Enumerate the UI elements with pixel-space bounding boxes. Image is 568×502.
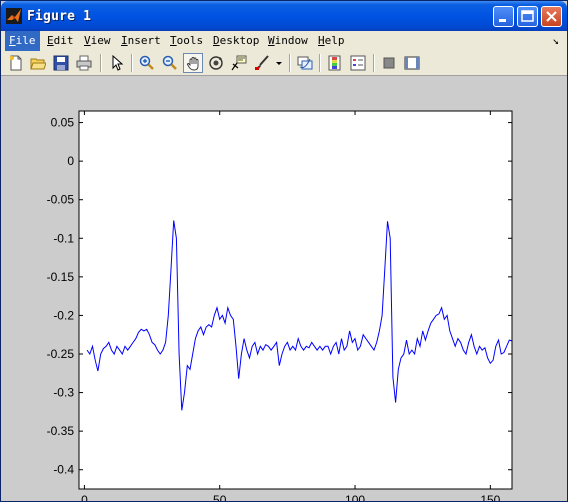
y-tick-label: -0.25 [47,347,75,361]
pointer-arrow-icon [112,55,124,71]
dropdown-arrow-icon [276,62,282,65]
zoom-in-icon [139,55,154,70]
minimize-icon [499,19,506,22]
close-icon [546,11,557,22]
data-cursor-button[interactable] [229,53,249,73]
pan-button[interactable] [183,53,203,73]
minimize-button[interactable] [493,6,514,27]
title-bar[interactable]: Figure 1 [1,1,567,31]
new-file-icon [10,55,22,71]
toolbar-separator [100,54,102,72]
menu-file[interactable]: File [5,31,40,51]
brush-button[interactable] [252,53,272,73]
show-plot-tools-icon [404,56,420,70]
x-tick-label: 0 [81,493,88,502]
menu-help[interactable]: Help [314,31,349,51]
figure-toolbar [1,51,567,76]
hide-plot-tools-button[interactable] [379,53,399,73]
toolbar-separator [373,54,375,72]
save-figure-button[interactable] [51,53,71,73]
figure-window: Figure 1 File Edit View Insert Tools Des… [0,0,568,502]
open-file-button[interactable] [28,53,48,73]
x-tick-label: 150 [480,493,500,502]
link-plot-button[interactable] [295,53,315,73]
dock-arrow-icon[interactable]: ↘ [552,34,559,47]
y-tick-label: -0.35 [47,424,75,438]
save-icon [53,55,69,71]
line-plot[interactable]: 0.05 0 -0.05 -0.1 -0.15 -0.2 -0.25 -0.3 -0.35 -0.… [1,76,567,502]
zoom-in-button[interactable] [137,53,157,73]
menu-view[interactable]: View [80,31,115,51]
open-folder-icon [30,58,46,70]
y-tick-label: -0.2 [53,308,74,322]
hide-plot-tools-icon [383,57,395,69]
y-tick-label: -0.1 [53,231,74,245]
menu-tools[interactable]: Tools [166,31,207,51]
edit-plot-button[interactable] [107,53,127,73]
maximize-button[interactable] [517,6,538,27]
y-tick-label: -0.4 [53,463,74,477]
close-button[interactable] [541,6,562,27]
y-tick-label: -0.05 [47,193,75,207]
menu-edit[interactable]: Edit [43,31,78,51]
toolbar-separator [319,54,321,72]
link-plot-icon [297,56,313,70]
menu-window[interactable]: Window [264,31,312,51]
show-plot-tools-button[interactable] [402,53,422,73]
rotate-3d-icon [209,56,223,70]
menu-bar: File Edit View Insert Tools Desktop Wind… [1,31,567,51]
toolbar-separator [131,54,133,72]
x-tick-label: 100 [345,493,365,502]
insert-legend-button[interactable] [348,53,368,73]
pan-hand-icon [187,57,199,71]
print-figure-button[interactable] [74,53,94,73]
y-tick-label: -0.15 [47,270,75,284]
rotate-3d-button[interactable] [206,53,226,73]
colorbar-icon [328,55,341,71]
y-tick-label: -0.3 [53,386,74,400]
legend-icon [350,55,366,71]
zoom-out-button[interactable] [160,53,180,73]
zoom-out-icon [162,55,177,70]
data-cursor-icon [231,55,247,71]
figure-canvas[interactable]: 0.05 0 -0.05 -0.1 -0.15 -0.2 -0.25 -0.3 -0.35 -0.… [1,76,567,502]
axes-background [79,111,512,489]
maximize-icon [521,10,534,22]
window-title: Figure 1 [27,9,92,24]
brush-dropdown-button[interactable] [273,53,285,73]
insert-colorbar-button[interactable] [325,53,345,73]
y-tick-label: 0 [67,154,74,168]
matlab-logo-icon [6,8,22,24]
y-tick-label: 0.05 [51,116,75,130]
menu-insert[interactable]: Insert [117,31,165,51]
toolbar-separator [289,54,291,72]
menu-desktop[interactable]: Desktop [209,31,263,51]
x-tick-label: 50 [213,493,227,502]
brush-icon [255,55,269,70]
printer-icon [76,55,92,71]
new-figure-button[interactable] [6,53,26,73]
